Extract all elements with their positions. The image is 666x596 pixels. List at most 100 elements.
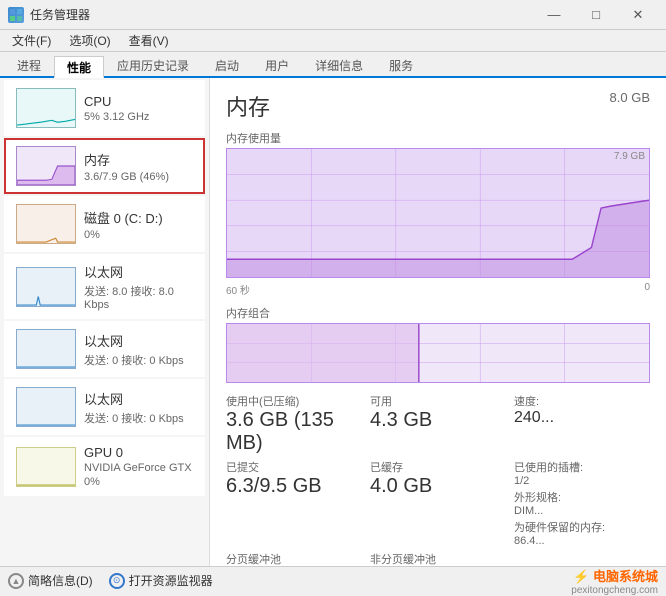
main-content: .gcpu{stroke:#00aaaa;stroke-width:1.2;fi… xyxy=(0,78,666,566)
perf-item-disk[interactable]: 磁盘 0 (C: D:) 0% xyxy=(4,196,205,252)
eth1-mini-graph xyxy=(16,267,76,307)
right-total: 8.0 GB xyxy=(610,90,650,105)
in-use-value: 3.6 GB (135 MB) xyxy=(226,409,362,455)
memory-label: 内存 xyxy=(84,150,193,169)
disk-value: 0% xyxy=(84,229,193,241)
available-value: 4.3 GB xyxy=(370,409,506,432)
eth2-info: 以太网 发送: 0 接收: 0 Kbps xyxy=(84,331,193,368)
open-monitor-button[interactable]: ⊙ 打开资源监视器 xyxy=(109,572,213,589)
gpu-mini-graph xyxy=(16,447,76,487)
perf-item-memory[interactable]: .gmem{stroke:#9955cc;stroke-width:1.2;fi… xyxy=(4,138,205,194)
stat-cached: 已缓存 4.0 GB xyxy=(370,459,506,547)
tab-details[interactable]: 详细信息 xyxy=(302,54,376,76)
monitor-icon: ⊙ xyxy=(109,573,125,589)
right-panel: 内存 8.0 GB 内存使用量 7.9 GB xyxy=(210,78,666,566)
stat-paged-pool: 分页缓冲池 324 MB xyxy=(226,551,362,566)
nonpaged-pool-label: 非分页缓冲池 xyxy=(370,551,506,566)
tab-app-history[interactable]: 应用历史记录 xyxy=(104,54,202,76)
watermark-brand: ⚡ 电脑系统城 xyxy=(573,566,658,585)
eth3-label: 以太网 xyxy=(84,389,193,408)
left-panel: .gcpu{stroke:#00aaaa;stroke-width:1.2;fi… xyxy=(0,78,210,566)
close-button[interactable]: ✕ xyxy=(618,4,658,26)
reserved-value: 86.4... xyxy=(514,535,650,547)
minimize-button[interactable]: — xyxy=(534,4,574,26)
cpu-label: CPU xyxy=(84,94,193,109)
tab-users[interactable]: 用户 xyxy=(252,54,302,76)
title-bar-left: 任务管理器 xyxy=(8,6,90,23)
slots-label: 已使用的插槽: xyxy=(514,459,650,475)
combo-chart-label: 内存组合 xyxy=(226,305,650,321)
tab-services[interactable]: 服务 xyxy=(376,54,426,76)
perf-item-eth3[interactable]: 以太网 发送: 0 接收: 0 Kbps xyxy=(4,379,205,435)
brief-info-button[interactable]: ▲ 简略信息(D) xyxy=(8,572,93,589)
usage-chart-label: 内存使用量 xyxy=(226,130,650,146)
perf-item-eth1[interactable]: 以太网 发送: 8.0 接收: 8.0 Kbps xyxy=(4,254,205,319)
time-label-right: 0 xyxy=(644,282,650,297)
time-labels: 60 秒 0 xyxy=(226,282,650,297)
maximize-button[interactable]: □ xyxy=(576,4,616,26)
cached-value: 4.0 GB xyxy=(370,475,506,498)
memory-info: 内存 3.6/7.9 GB (46%) xyxy=(84,150,193,183)
speed-label: 速度: xyxy=(514,393,650,409)
stat-slots: 已使用的插槽: 1/2 外形规格: DIM... 为硬件保留的内存: 86.4.… xyxy=(514,459,650,547)
form-factor-label: 外形规格: xyxy=(514,489,650,505)
reserved-label: 为硬件保留的内存: xyxy=(514,519,650,535)
title-bar: 任务管理器 — □ ✕ xyxy=(0,0,666,30)
eth1-value: 发送: 8.0 接收: 8.0 Kbps xyxy=(84,283,193,311)
form-factor-value: DIM... xyxy=(514,505,650,517)
perf-item-cpu[interactable]: .gcpu{stroke:#00aaaa;stroke-width:1.2;fi… xyxy=(4,80,205,136)
menu-view[interactable]: 查看(V) xyxy=(121,30,177,51)
bottom-left: ▲ 简略信息(D) ⊙ 打开资源监视器 xyxy=(8,572,213,589)
cpu-mini-graph: .gcpu{stroke:#00aaaa;stroke-width:1.2;fi… xyxy=(16,88,76,128)
perf-item-gpu[interactable]: GPU 0 NVIDIA GeForce GTX 0% xyxy=(4,437,205,496)
perf-item-eth2[interactable]: 以太网 发送: 0 接收: 0 Kbps xyxy=(4,321,205,377)
menu-file[interactable]: 文件(F) xyxy=(4,30,59,51)
tab-processes[interactable]: 进程 xyxy=(4,54,54,76)
menu-bar: 文件(F) 选项(O) 查看(V) xyxy=(0,30,666,52)
disk-info: 磁盘 0 (C: D:) 0% xyxy=(84,208,193,241)
eth3-value: 发送: 0 接收: 0 Kbps xyxy=(84,410,193,426)
watermark-area: ⚡ 电脑系统城 pexitongcheng.com xyxy=(571,566,658,596)
window-controls: — □ ✕ xyxy=(534,4,658,26)
eth1-info: 以太网 发送: 8.0 接收: 8.0 Kbps xyxy=(84,262,193,311)
memory-usage-chart: 7.9 GB xyxy=(226,148,650,278)
cached-label: 已缓存 xyxy=(370,459,506,475)
right-header: 内存 8.0 GB xyxy=(226,90,650,122)
app-icon xyxy=(8,7,24,23)
available-label: 可用 xyxy=(370,393,506,409)
eth3-info: 以太网 发送: 0 接收: 0 Kbps xyxy=(84,389,193,426)
watermark-icon: ⚡ xyxy=(573,569,589,584)
eth2-mini-graph xyxy=(16,329,76,369)
chart-max-label: 7.9 GB xyxy=(614,151,645,162)
committed-value: 6.3/9.5 GB xyxy=(226,475,362,498)
eth1-label: 以太网 xyxy=(84,262,193,281)
bottom-bar: ▲ 简略信息(D) ⊙ 打开资源监视器 ⚡ 电脑系统城 pexitongchen… xyxy=(0,566,666,594)
stats-section: 使用中(已压缩) 3.6 GB (135 MB) 可用 4.3 GB 速度: 2… xyxy=(226,393,650,566)
stat-committed: 已提交 6.3/9.5 GB xyxy=(226,459,362,547)
speed-value: 240... xyxy=(514,409,650,427)
stat-speed: 速度: 240... xyxy=(514,393,650,455)
tab-bar: 进程 性能 应用历史记录 启动 用户 详细信息 服务 xyxy=(0,52,666,78)
disk-mini-graph xyxy=(16,204,76,244)
cpu-value: 5% 3.12 GHz xyxy=(84,111,193,123)
menu-options[interactable]: 选项(O) xyxy=(61,30,118,51)
committed-label: 已提交 xyxy=(226,459,362,475)
stat-in-use: 使用中(已压缩) 3.6 GB (135 MB) xyxy=(226,393,362,455)
eth2-label: 以太网 xyxy=(84,331,193,350)
in-use-label: 使用中(已压缩) xyxy=(226,393,362,409)
tab-performance[interactable]: 性能 xyxy=(54,56,104,78)
stat-available: 可用 4.3 GB xyxy=(370,393,506,455)
gpu-label: GPU 0 xyxy=(84,445,193,460)
cpu-info: CPU 5% 3.12 GHz xyxy=(84,94,193,123)
window-title: 任务管理器 xyxy=(30,6,90,23)
memory-mini-graph: .gmem{stroke:#9955cc;stroke-width:1.2;fi… xyxy=(16,146,76,186)
right-title: 内存 xyxy=(226,90,270,122)
tab-startup[interactable]: 启动 xyxy=(202,54,252,76)
gpu-value2: 0% xyxy=(84,476,193,488)
memory-value: 3.6/7.9 GB (46%) xyxy=(84,171,193,183)
brief-info-icon: ▲ xyxy=(8,573,24,589)
eth2-value: 发送: 0 接收: 0 Kbps xyxy=(84,352,193,368)
paged-pool-label: 分页缓冲池 xyxy=(226,551,362,566)
disk-label: 磁盘 0 (C: D:) xyxy=(84,208,193,227)
eth3-mini-graph xyxy=(16,387,76,427)
